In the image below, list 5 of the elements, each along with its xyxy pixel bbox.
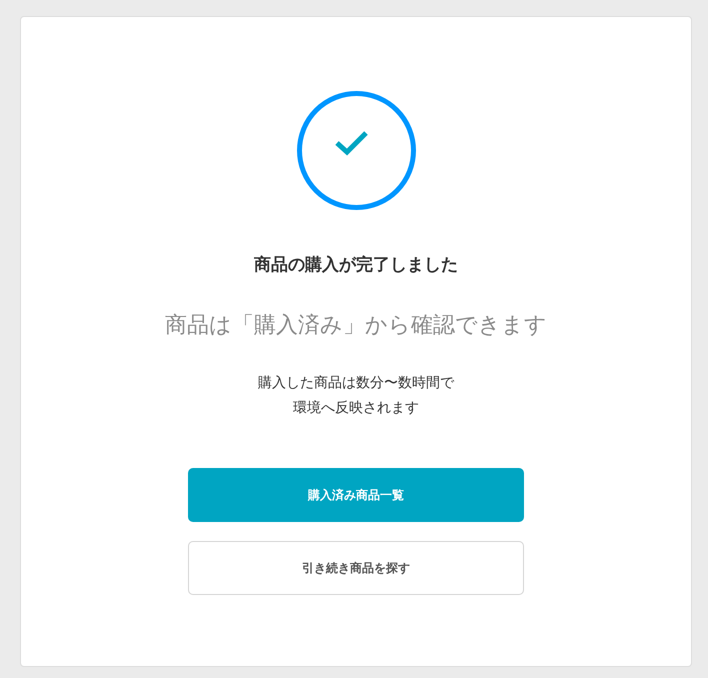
title: 商品の購入が完了しました (254, 254, 458, 277)
check-circle-icon (296, 90, 416, 211)
secondary-button[interactable]: 引き続き商品を探す (188, 541, 524, 595)
message: 購入した商品は数分〜数時間で 環境へ反映されます (258, 374, 454, 418)
subtitle: 商品は「購入済み」から確認できます (165, 312, 547, 340)
